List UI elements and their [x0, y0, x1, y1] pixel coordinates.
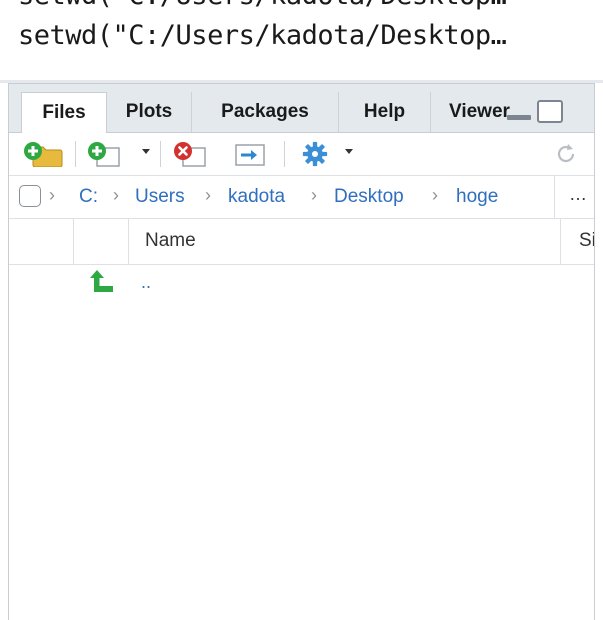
new-file-dropdown-caret[interactable] [142, 149, 150, 154]
chevron-right-icon: › [311, 185, 317, 205]
tab-plots[interactable]: Plots [107, 92, 192, 132]
files-pane: Files Plots Packages Help Viewer › C: › … [8, 83, 603, 620]
minimize-pane-button[interactable] [507, 115, 531, 120]
select-all-checkbox[interactable] [19, 185, 41, 207]
column-divider [128, 219, 129, 264]
breadcrumb-item-users[interactable]: Users [135, 186, 185, 208]
gear-icon[interactable] [300, 141, 330, 167]
breadcrumb-item-desktop[interactable]: Desktop [334, 186, 404, 208]
console-previous-line: setwd("C:/Users/kadota/Desktop… [18, 0, 507, 11]
more-dropdown-caret[interactable] [345, 149, 353, 154]
breadcrumb: › C: › Users › kadota › Desktop › hoge … [9, 176, 603, 219]
refresh-icon[interactable] [553, 141, 579, 167]
chevron-right-icon: › [432, 185, 438, 205]
tab-packages[interactable]: Packages [192, 92, 339, 132]
tab-help[interactable]: Help [339, 92, 431, 132]
chevron-right-icon: › [205, 185, 211, 205]
tab-files[interactable]: Files [21, 92, 107, 133]
column-divider [560, 219, 561, 264]
pane-window-controls [507, 100, 577, 126]
breadcrumb-item-kadota[interactable]: kadota [228, 186, 285, 208]
breadcrumb-item-hoge[interactable]: hoge [456, 186, 498, 208]
files-toolbar [9, 133, 603, 176]
tab-viewer[interactable]: Viewer [431, 92, 511, 132]
go-to-directory-button[interactable]: … [569, 184, 587, 205]
new-folder-icon[interactable] [23, 141, 63, 167]
breadcrumb-item-c[interactable]: C: [79, 186, 98, 208]
toolbar-separator [160, 141, 161, 167]
file-table-header: Name Size [9, 219, 603, 265]
pane-tab-bar: Files Plots Packages Help Viewer [9, 84, 603, 133]
pane-right-edge [594, 83, 603, 620]
parent-directory-up-arrow-icon[interactable] [89, 268, 115, 294]
toolbar-separator [75, 141, 76, 167]
column-header-name[interactable]: Name [145, 230, 196, 252]
chevron-right-icon: › [49, 185, 55, 205]
column-divider [73, 219, 74, 264]
rename-icon[interactable] [233, 141, 269, 167]
table-row[interactable]: .. [9, 268, 603, 308]
new-file-icon[interactable] [87, 141, 129, 167]
parent-directory-link[interactable]: .. [141, 272, 151, 293]
console-current-line: setwd("C:/Users/kadota/Desktop… [18, 20, 507, 51]
delete-icon[interactable] [173, 141, 215, 167]
console-output: setwd("C:/Users/kadota/Desktop… setwd("C… [0, 0, 603, 80]
toolbar-separator [284, 141, 285, 167]
maximize-pane-button[interactable] [537, 100, 563, 123]
chevron-right-icon: › [113, 185, 119, 205]
